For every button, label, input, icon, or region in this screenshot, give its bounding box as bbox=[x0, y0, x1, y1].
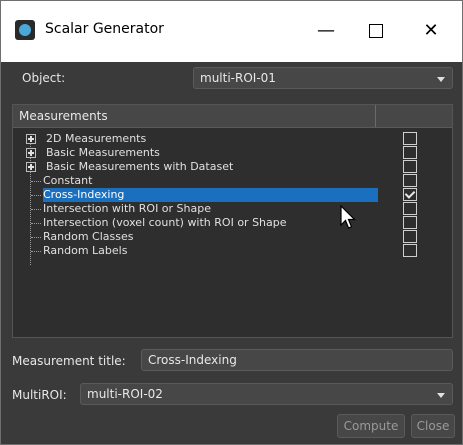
tree-item-checkbox[interactable] bbox=[403, 244, 417, 257]
tree-item-label: Basic Measurements with Dataset bbox=[46, 160, 234, 173]
multiroi-dropdown[interactable]: multi-ROI-02 bbox=[80, 383, 453, 405]
tree-item-basic-measurements[interactable]: Basic Measurements bbox=[13, 146, 452, 160]
tree-branch-dash bbox=[31, 223, 41, 225]
tree-branch-dash bbox=[31, 209, 41, 211]
tree-item-checkbox[interactable] bbox=[403, 132, 417, 145]
tree-item-label: Constant bbox=[43, 174, 93, 187]
measurements-tree[interactable]: Measurements 2D Measurements Basic Measu… bbox=[12, 104, 453, 338]
tree-item-cross-indexing[interactable]: Cross-Indexing bbox=[13, 188, 452, 202]
tree-item-checkbox[interactable] bbox=[403, 202, 417, 215]
tree-item-checkbox[interactable] bbox=[403, 216, 417, 229]
compute-button[interactable]: Compute bbox=[337, 414, 405, 438]
close-window-button[interactable]: ✕ bbox=[409, 13, 453, 49]
tree-item-label: Random Classes bbox=[43, 230, 134, 243]
tree-item-label: Intersection (voxel count) with ROI or S… bbox=[43, 216, 287, 229]
measurement-title-label: Measurement title: bbox=[12, 354, 126, 368]
tree-item-constant[interactable]: Constant bbox=[13, 174, 452, 188]
expand-icon[interactable] bbox=[26, 162, 36, 172]
tree-item-checkbox[interactable] bbox=[403, 146, 417, 159]
tree-branch-dash bbox=[31, 195, 41, 197]
chevron-down-icon bbox=[437, 77, 445, 82]
tree-item-checkbox[interactable] bbox=[403, 160, 417, 173]
object-dropdown-value: multi-ROI-01 bbox=[200, 71, 276, 85]
measurements-column-header: Measurements bbox=[19, 109, 108, 123]
app-icon bbox=[15, 20, 35, 40]
maximize-icon bbox=[369, 24, 383, 38]
tree-branch-dash bbox=[31, 237, 41, 239]
measurement-title-input[interactable]: Cross-Indexing bbox=[141, 349, 453, 371]
expand-icon[interactable] bbox=[26, 148, 36, 158]
tree-item-random-labels[interactable]: Random Labels bbox=[13, 244, 452, 258]
tree-item-checkbox[interactable] bbox=[403, 230, 417, 243]
multiroi-dropdown-value: multi-ROI-02 bbox=[87, 387, 163, 401]
expand-icon[interactable] bbox=[26, 134, 36, 144]
multiroi-label: MultiROI: bbox=[12, 388, 67, 402]
tree-branch-dash bbox=[31, 251, 41, 253]
tree-item-label: Basic Measurements bbox=[46, 146, 160, 159]
close-button[interactable]: Close bbox=[411, 414, 455, 438]
object-label: Object: bbox=[22, 71, 66, 85]
tree-item-intersection-roi-shape[interactable]: Intersection with ROI or Shape bbox=[13, 202, 452, 216]
scalar-generator-window: Scalar Generator — ✕ Object: multi-ROI-0… bbox=[0, 0, 463, 445]
tree-item-label: 2D Measurements bbox=[46, 132, 147, 145]
tree-item-label: Intersection with ROI or Shape bbox=[43, 202, 212, 215]
tree-header[interactable]: Measurements bbox=[13, 105, 452, 128]
title-bar[interactable]: Scalar Generator — ✕ bbox=[1, 1, 462, 62]
tree-item-random-classes[interactable]: Random Classes bbox=[13, 230, 452, 244]
column-separator bbox=[375, 105, 376, 127]
tree-item-label: Cross-Indexing bbox=[43, 188, 125, 201]
tree-item-checkbox[interactable] bbox=[403, 174, 417, 187]
maximize-button[interactable] bbox=[354, 13, 398, 49]
mouse-cursor-icon bbox=[340, 205, 356, 229]
measurement-title-value: Cross-Indexing bbox=[148, 353, 237, 367]
chevron-down-icon bbox=[437, 393, 445, 398]
tree-item-basic-measurements-with-dataset[interactable]: Basic Measurements with Dataset bbox=[13, 160, 452, 174]
tree-item-2d-measurements[interactable]: 2D Measurements bbox=[13, 132, 452, 146]
tree-branch-dash bbox=[31, 181, 41, 183]
tree-item-intersection-voxel-count[interactable]: Intersection (voxel count) with ROI or S… bbox=[13, 216, 452, 230]
tree-item-checkbox-checked[interactable] bbox=[403, 188, 417, 201]
window-title: Scalar Generator bbox=[45, 21, 164, 37]
object-dropdown[interactable]: multi-ROI-01 bbox=[193, 67, 453, 89]
tree-item-label: Random Labels bbox=[43, 244, 128, 257]
minimize-button[interactable]: — bbox=[304, 13, 348, 49]
